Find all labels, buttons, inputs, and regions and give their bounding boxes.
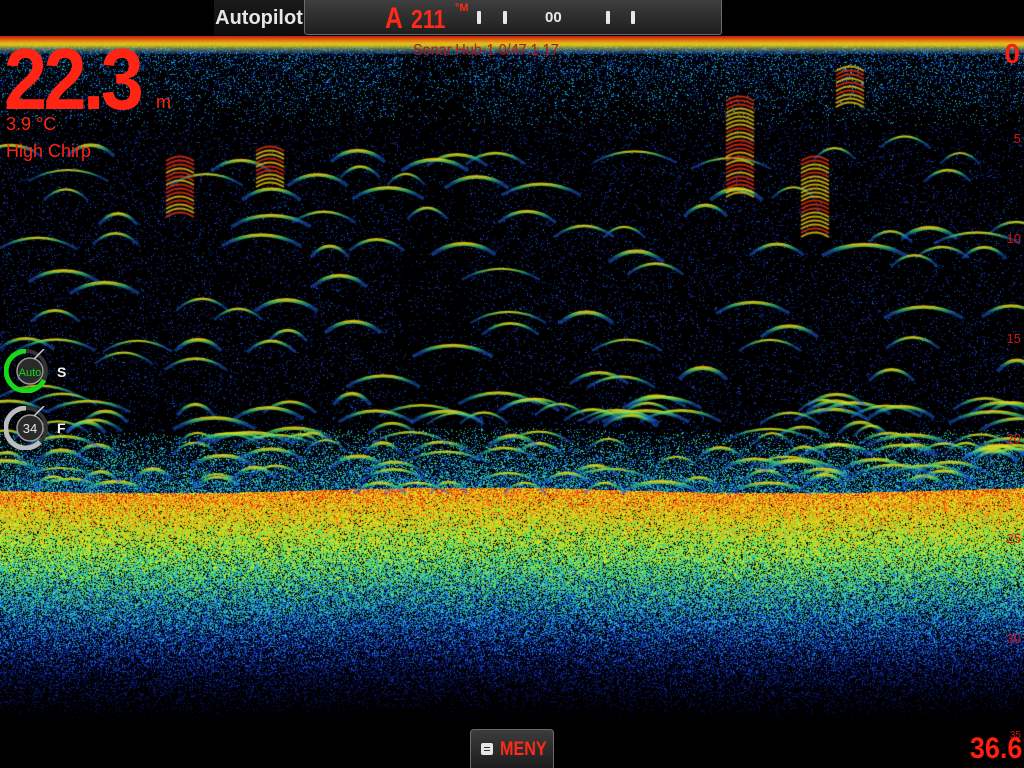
rudder-tick-icon xyxy=(477,11,481,24)
range-label-20: 20 xyxy=(1006,431,1021,446)
rudder-tick-icon xyxy=(631,11,635,24)
colorline-dial-icon: 34 xyxy=(3,405,48,451)
range-label-10: 10 xyxy=(1006,231,1021,246)
sonar-source-label: Sonar Hub-1 0/47.1.17 xyxy=(413,42,559,59)
autopilot-label[interactable]: Autopilot xyxy=(214,0,304,36)
range-max-readout: 36.6 xyxy=(969,732,1022,765)
depth-readout: 22.3 xyxy=(4,32,144,128)
range-label-25: 25 xyxy=(1006,531,1021,546)
rudder-angle: 00 xyxy=(545,9,562,26)
autopilot-heading: 211 xyxy=(411,4,446,34)
range-label-15: 15 xyxy=(1006,331,1021,346)
range-label-5: 5 xyxy=(1013,131,1021,146)
rudder-tick-icon xyxy=(503,11,507,24)
menu-icon xyxy=(481,743,493,755)
autopilot-panel[interactable]: A 211 °M 00 xyxy=(304,0,722,35)
sensitivity-gauge[interactable]: Auto xyxy=(3,348,48,394)
autopilot-heading-unit: °M xyxy=(455,2,469,14)
colorline-letter: F xyxy=(57,420,66,436)
colorline-value: 34 xyxy=(23,421,37,436)
range-label-0: 0 xyxy=(1004,38,1020,69)
colorline-gauge[interactable]: 34 xyxy=(3,405,48,451)
sensitivity-dial-icon: Auto xyxy=(3,348,48,394)
menu-button[interactable]: MENY xyxy=(470,729,554,768)
rudder-tick-icon xyxy=(606,11,610,24)
water-temperature: 3.9 °C xyxy=(6,114,57,134)
sonar-echo-display[interactable] xyxy=(0,36,1024,768)
autopilot-mode: A xyxy=(385,2,403,35)
sensitivity-letter: S xyxy=(57,364,67,380)
autopilot-bar: Autopilot A 211 °M 00 xyxy=(0,0,1024,36)
depth-unit: m xyxy=(156,92,171,112)
frequency-label: High Chirp xyxy=(6,141,92,161)
menu-label: MENY xyxy=(500,739,547,760)
sensitivity-value: Auto xyxy=(19,367,42,379)
range-label-30: 30 xyxy=(1006,631,1021,646)
sonar-screen: Autopilot A 211 °M 00 Sonar Hub-1 0/47.1… xyxy=(0,0,1024,768)
